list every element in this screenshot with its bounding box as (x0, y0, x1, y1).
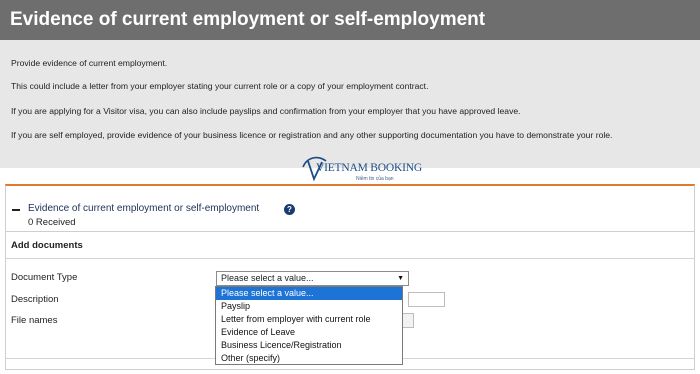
chevron-down-icon[interactable]: ▼ (397, 272, 404, 285)
watermark-brand: VIETNAM BOOKING (316, 162, 422, 174)
minus-icon[interactable] (12, 209, 20, 211)
description-label: Description (11, 294, 59, 305)
watermark-tagline: Niềm tin của bạn (356, 176, 394, 182)
intro-line: If you are self employed, provide eviden… (11, 130, 613, 140)
intro-line: Provide evidence of current employment. (11, 58, 168, 68)
add-documents-heading: Add documents (11, 240, 83, 251)
received-count: 0 Received (28, 217, 76, 228)
option-business-licence[interactable]: Business Licence/Registration (216, 339, 402, 352)
intro-panel: Provide evidence of current employment. … (0, 40, 700, 168)
file-browse-button[interactable] (402, 313, 414, 328)
section-title[interactable]: Evidence of current employment or self-e… (28, 203, 259, 214)
intro-line: If you are applying for a Visitor visa, … (11, 106, 521, 116)
select-value: Please select a value... (221, 273, 314, 283)
option-payslip[interactable]: Payslip (216, 300, 402, 313)
help-icon[interactable]: ? (284, 204, 295, 215)
page-header: Evidence of current employment or self-e… (0, 0, 700, 40)
page-title: Evidence of current employment or self-e… (10, 9, 486, 30)
option-letter-from-employer[interactable]: Letter from employer with current role (216, 313, 402, 326)
document-type-select[interactable]: Please select a value... ▼ (216, 271, 409, 286)
section-header[interactable]: Evidence of current employment or self-e… (6, 186, 694, 232)
intro-line: This could include a letter from your em… (11, 81, 429, 91)
divider (6, 258, 694, 259)
document-type-options[interactable]: Please select a value... Payslip Letter … (215, 286, 403, 365)
document-type-label: Document Type (11, 272, 78, 283)
option-please-select[interactable]: Please select a value... (216, 287, 402, 300)
file-names-label: File names (11, 315, 58, 326)
description-input[interactable] (408, 292, 445, 307)
option-other[interactable]: Other (specify) (216, 352, 402, 365)
option-evidence-of-leave[interactable]: Evidence of Leave (216, 326, 402, 339)
